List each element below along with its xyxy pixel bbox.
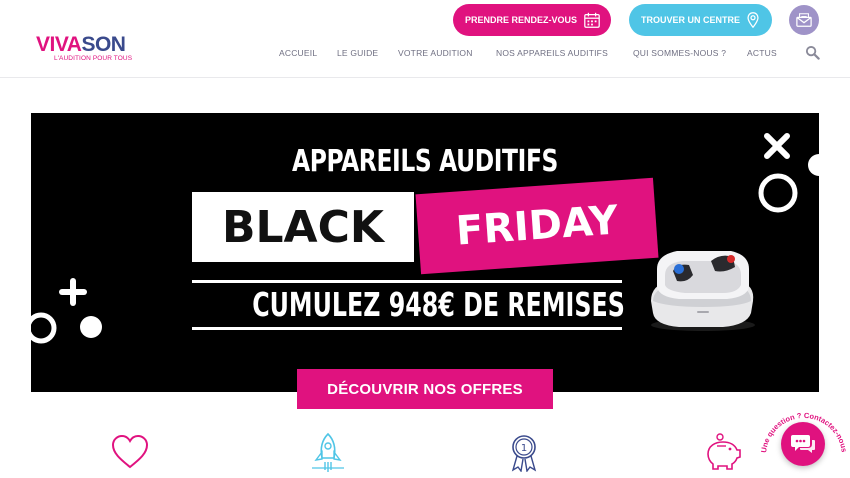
logo-tagline: L'AUDITION POUR TOUS [54, 55, 133, 62]
contact-chat-button[interactable] [781, 422, 825, 466]
promo-text: CUMULEZ 948€ DE REMISES [252, 285, 625, 324]
decorative-shapes-right [758, 133, 819, 213]
logo-text-son: SON [81, 33, 126, 56]
medal-icon: 1 [511, 435, 537, 472]
promo-bottom-rule [192, 327, 622, 330]
calendar-icon [584, 12, 600, 28]
svg-text:1: 1 [521, 443, 527, 454]
discover-offers-button[interactable]: DÉCOUVRIR NOS OFFRES [297, 369, 553, 409]
banner-title: APPAREILS AUDITIFS [291, 144, 559, 179]
logo-text-viva: VIVA [36, 33, 82, 56]
page: VIVASON L'AUDITION POUR TOUS PRENDRE REN… [0, 0, 850, 478]
find-centre-button[interactable]: TROUVER UN CENTRE [629, 4, 772, 36]
promo-top-rule [192, 280, 622, 283]
rocket-icon [312, 432, 344, 472]
hearing-aid-case-image [651, 251, 755, 331]
contact-mail-button[interactable] [789, 5, 819, 35]
search-icon[interactable] [805, 45, 820, 60]
envelope-icon [796, 13, 812, 27]
nav-qui-sommes-nous[interactable]: QUI SOMMES-NOUS ? [633, 48, 726, 58]
nav-le-guide[interactable]: LE GUIDE [337, 48, 378, 58]
heart-icon [111, 434, 149, 469]
book-appointment-label: PRENDRE RENDEZ-VOUS [465, 15, 578, 25]
piggy-bank-icon [707, 433, 741, 470]
nav-accueil[interactable]: ACCUEIL [279, 48, 317, 58]
chat-icon [791, 435, 815, 453]
find-centre-label: TROUVER UN CENTRE [641, 15, 741, 25]
nav-nos-appareils-auditifs[interactable]: NOS APPAREILS AUDITIFS [496, 48, 608, 58]
vivason-logo[interactable]: VIVASON L'AUDITION POUR TOUS [36, 34, 146, 68]
map-pin-icon [747, 12, 759, 29]
site-header: VIVASON L'AUDITION POUR TOUS PRENDRE REN… [0, 0, 850, 78]
decorative-shapes-left [31, 278, 102, 344]
nav-actus[interactable]: ACTUS [747, 48, 777, 58]
black-label: BLACK [192, 192, 414, 262]
black-friday-banner[interactable]: APPAREILS AUDITIFS BLACK FRIDAY CUMULEZ … [31, 113, 819, 392]
nav-votre-audition[interactable]: VOTRE AUDITION [398, 48, 473, 58]
friday-label: FRIDAY [415, 177, 659, 275]
book-appointment-button[interactable]: PRENDRE RENDEZ-VOUS [453, 4, 611, 36]
